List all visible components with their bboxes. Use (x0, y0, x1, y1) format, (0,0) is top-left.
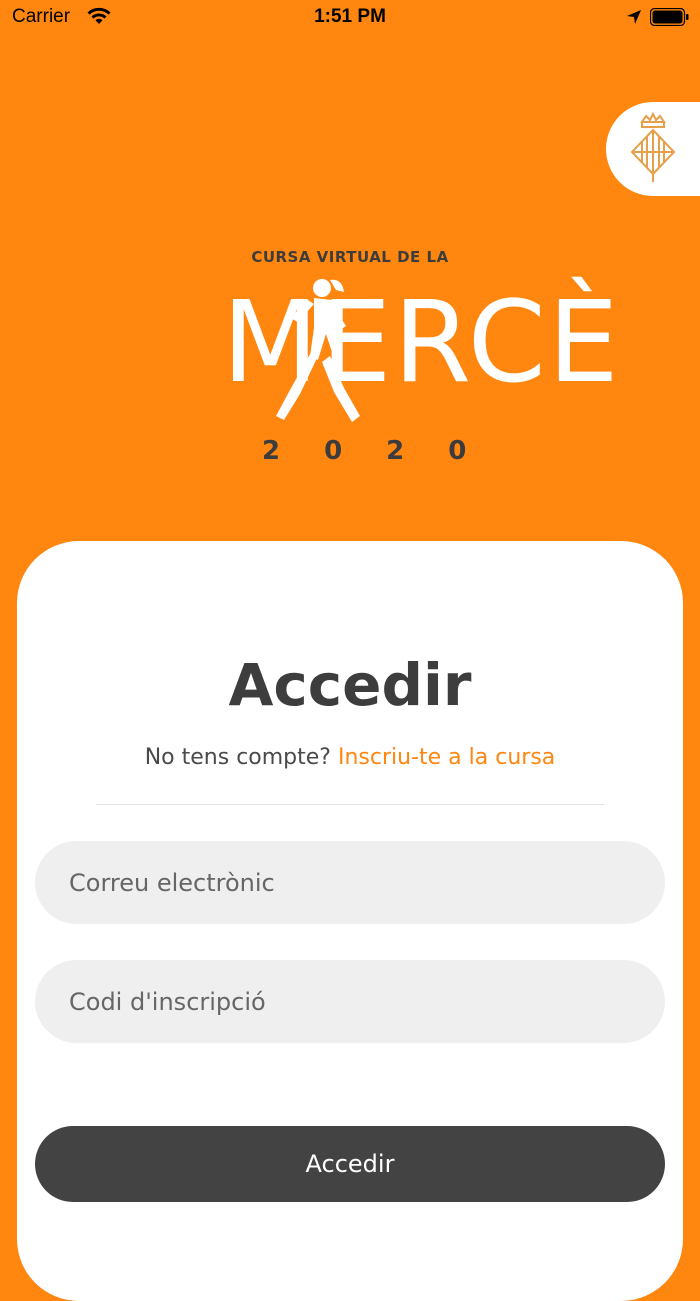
location-arrow-icon (626, 9, 642, 30)
no-account-text: No tens compte? (144, 745, 331, 770)
login-card: Accedir No tens compte? Inscriu-te a la … (17, 541, 683, 1301)
logo-year: 2020 (262, 436, 511, 466)
login-button[interactable]: Accedir (35, 1126, 665, 1202)
logo-subtitle: CURSA VIRTUAL DE LA (251, 248, 449, 266)
login-title: Accedir (228, 651, 472, 719)
registration-code-field[interactable] (35, 960, 665, 1043)
event-logo: CURSA VIRTUAL DE LA MERCÈ 2020 (222, 248, 619, 468)
runner-silhouette-icon (276, 279, 360, 422)
signup-link[interactable]: Inscriu-te a la cursa (338, 745, 555, 770)
status-bar: Carrier 1:51 PM (0, 0, 700, 36)
signup-prompt: No tens compte? Inscriu-te a la cursa (17, 745, 683, 770)
status-time: 1:51 PM (314, 6, 386, 27)
email-field[interactable] (35, 841, 665, 924)
crest-tab[interactable] (606, 102, 700, 196)
divider (96, 804, 604, 805)
barcelona-crest-icon (630, 112, 676, 182)
battery-icon (649, 7, 689, 27)
